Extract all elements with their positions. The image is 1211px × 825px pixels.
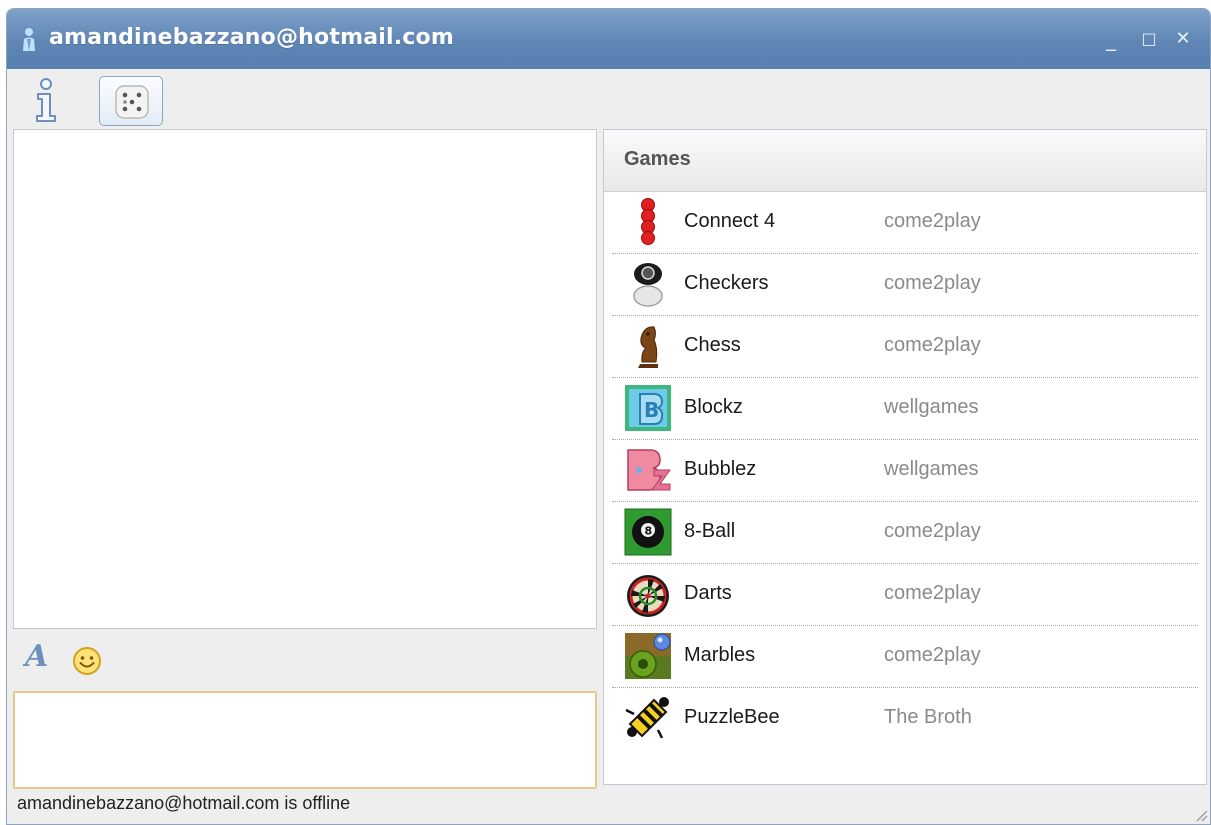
game-name: Chess — [684, 334, 741, 356]
game-row-chess[interactable]: Chess come2play — [604, 316, 1206, 378]
game-publisher: come2play — [884, 582, 981, 604]
resize-grip-icon[interactable] — [1194, 808, 1208, 822]
game-name: Bubblez — [684, 458, 757, 480]
game-row-connect4[interactable]: Connect 4 come2play — [604, 192, 1206, 254]
game-row-bubblez[interactable]: Bubblez wellgames — [604, 440, 1206, 502]
game-name: 8-Ball — [684, 520, 736, 542]
game-publisher: come2play — [884, 644, 981, 666]
game-publisher: The Broth — [884, 706, 972, 728]
games-button[interactable] — [99, 76, 163, 126]
minimize-button[interactable]: _ — [1099, 27, 1123, 51]
eight-ball-icon: 8 — [624, 508, 672, 556]
conversation-history[interactable] — [13, 129, 597, 629]
user-icon — [23, 28, 35, 51]
maximize-button[interactable]: □ — [1137, 27, 1161, 51]
game-publisher: wellgames — [884, 396, 979, 418]
game-publisher: wellgames — [884, 458, 979, 480]
game-publisher: come2play — [884, 272, 981, 294]
chat-window: amandinebazzano@hotmail.com _ □ ✕ A aman… — [6, 8, 1211, 825]
status-text: amandinebazzano@hotmail.com is offline — [17, 793, 351, 813]
toolbar — [7, 69, 1210, 131]
game-row-marbles[interactable]: Marbles come2play — [604, 626, 1206, 688]
game-name: Checkers — [684, 272, 769, 294]
game-row-darts[interactable]: Darts come2play — [604, 564, 1206, 626]
dice-icon — [115, 85, 149, 119]
game-name: Connect 4 — [684, 210, 776, 232]
games-header-label: Games — [624, 148, 691, 170]
info-icon[interactable] — [29, 76, 63, 124]
blockz-icon: B — [625, 385, 671, 431]
game-publisher: come2play — [884, 520, 981, 542]
game-name: Blockz — [684, 396, 743, 418]
game-publisher: come2play — [884, 210, 981, 232]
close-button[interactable]: ✕ — [1171, 27, 1195, 51]
bubblez-icon — [627, 449, 671, 491]
chess-icon — [638, 326, 658, 368]
connect4-icon — [641, 198, 655, 245]
game-row-8ball[interactable]: 8 8-Ball come2play — [604, 502, 1206, 564]
game-name: PuzzleBee — [684, 706, 780, 728]
message-input[interactable] — [13, 691, 597, 789]
title-bar[interactable]: amandinebazzano@hotmail.com _ □ ✕ — [7, 9, 1210, 69]
game-name: Marbles — [684, 644, 756, 666]
window-title: amandinebazzano@hotmail.com — [49, 25, 454, 50]
game-list: Connect 4 come2play Checkers come2play C… — [604, 192, 1206, 750]
games-header: Games — [604, 130, 1206, 192]
darts-icon — [627, 575, 669, 617]
checkers-icon — [633, 263, 663, 307]
font-button[interactable]: A — [25, 639, 48, 674]
game-publisher: come2play — [884, 334, 981, 356]
game-name: Darts — [684, 582, 732, 604]
game-row-checkers[interactable]: Checkers come2play — [604, 254, 1206, 316]
puzzlebee-icon — [625, 697, 669, 739]
games-panel: Games Connect 4 come2play Checkers come2… — [603, 129, 1207, 785]
game-row-puzzlebee[interactable]: PuzzleBee The Broth — [604, 688, 1206, 750]
game-row-blockz[interactable]: B Blockz wellgames — [604, 378, 1206, 440]
marbles-icon — [625, 633, 671, 679]
svg-text:8: 8 — [645, 525, 653, 538]
smiley-icon[interactable] — [71, 645, 103, 677]
svg-text:B: B — [644, 398, 659, 422]
